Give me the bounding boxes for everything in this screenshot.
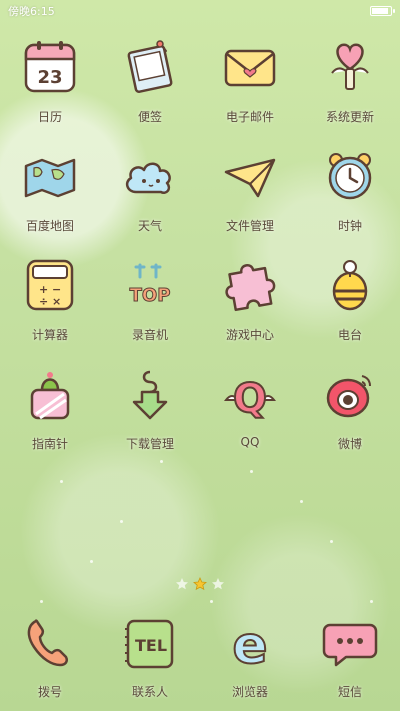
- app-weather[interactable]: 天气: [100, 145, 200, 254]
- cactus-icon: [19, 363, 81, 425]
- app-label: 日历: [37, 110, 62, 124]
- app-label: 微博: [337, 437, 362, 451]
- app-label: 时钟: [337, 219, 362, 233]
- app-calendar[interactable]: 23 日历: [0, 36, 100, 145]
- app-label: 便签: [137, 110, 162, 124]
- status-time: 傍晚6:15: [8, 5, 55, 18]
- contacts-icon: TEL: [119, 612, 181, 674]
- sparkle-decoration: [250, 470, 253, 473]
- battery-icon: [370, 6, 395, 16]
- app-sms[interactable]: 短信: [300, 612, 400, 700]
- calculator-icon: + − ÷ ×: [19, 254, 81, 316]
- notes-icon: [119, 36, 181, 98]
- app-system-update[interactable]: 系统更新: [300, 36, 400, 145]
- qq-icon: Q: [219, 363, 281, 425]
- heart-balloon-icon: [319, 36, 381, 98]
- sparkle-decoration: [160, 460, 163, 463]
- app-recorder[interactable]: TOP 录音机: [100, 254, 200, 363]
- sparkle-decoration: [300, 500, 303, 503]
- app-dialer[interactable]: 拨号: [0, 612, 100, 700]
- app-label: 百度地图: [25, 219, 74, 233]
- cloud-icon: [119, 145, 181, 207]
- app-mail[interactable]: 电子邮件: [200, 36, 300, 145]
- app-radio[interactable]: 电台: [300, 254, 400, 363]
- app-label: 天气: [137, 219, 162, 233]
- bee-radio-icon: [319, 254, 381, 316]
- sparkle-decoration: [60, 480, 63, 483]
- weibo-icon: [319, 363, 381, 425]
- app-qq[interactable]: Q QQ: [200, 363, 300, 472]
- app-label: 电子邮件: [225, 110, 274, 124]
- contacts-icon-text: TEL: [135, 636, 167, 655]
- map-icon: [19, 145, 81, 207]
- browser-icon: e: [219, 612, 281, 674]
- sparkle-decoration: [330, 540, 333, 543]
- app-label: 文件管理: [225, 219, 274, 233]
- app-compass[interactable]: 指南针: [0, 363, 100, 472]
- app-clock[interactable]: 时钟: [300, 145, 400, 254]
- app-download-manager[interactable]: 下载管理: [100, 363, 200, 472]
- app-label: 系统更新: [325, 110, 374, 124]
- recorder-icon-text: TOP: [130, 285, 171, 306]
- app-label: 短信: [337, 685, 362, 699]
- app-label: 浏览器: [231, 685, 268, 699]
- puzzle-icon: [219, 254, 281, 316]
- app-label: 下载管理: [125, 437, 174, 451]
- message-icon: [319, 612, 381, 674]
- paper-plane-icon: [219, 145, 281, 207]
- app-browser[interactable]: e 浏览器: [200, 612, 300, 700]
- qq-icon-text: Q: [233, 376, 267, 422]
- app-weibo[interactable]: 微博: [300, 363, 400, 472]
- alarm-clock-icon: [319, 145, 381, 207]
- calendar-day-text: 23: [37, 67, 62, 88]
- app-game-center[interactable]: 游戏中心: [200, 254, 300, 363]
- mail-icon: [219, 36, 281, 98]
- page-dot-2-active[interactable]: [193, 577, 207, 591]
- app-grid: 23 日历 便签 电子邮件 系统更新 百度地图 天气 文件管理 时钟 + − ÷…: [0, 36, 400, 472]
- app-label: 电台: [337, 328, 362, 342]
- sparkle-decoration: [120, 520, 123, 523]
- app-file-manager[interactable]: 文件管理: [200, 145, 300, 254]
- phone-icon: [19, 612, 81, 674]
- calendar-icon: 23: [19, 36, 81, 98]
- app-label: 游戏中心: [225, 328, 274, 342]
- page-indicator: [0, 577, 400, 591]
- sparkle-decoration: [210, 600, 213, 603]
- app-calculator[interactable]: + − ÷ × 计算器: [0, 254, 100, 363]
- svg-text:÷ ×: ÷ ×: [39, 295, 61, 308]
- sparkle-decoration: [40, 600, 43, 603]
- app-label: 计算器: [31, 328, 68, 342]
- page-dot-3[interactable]: [211, 577, 225, 591]
- browser-icon-text: e: [232, 616, 267, 671]
- sparkle-decoration: [90, 560, 93, 563]
- app-label: 联系人: [131, 685, 168, 699]
- app-contacts[interactable]: TEL 联系人: [100, 612, 200, 700]
- battery-level: [372, 8, 389, 14]
- app-label: QQ: [240, 435, 260, 449]
- app-notes[interactable]: 便签: [100, 36, 200, 145]
- status-bar: 傍晚6:15: [0, 0, 400, 22]
- dock: 拨号 TEL 联系人 e 浏览器 短信: [0, 612, 400, 700]
- download-arrow-icon: [119, 363, 181, 425]
- sparkle-decoration: [370, 600, 373, 603]
- page-dot-1[interactable]: [175, 577, 189, 591]
- app-label: 拨号: [37, 685, 62, 699]
- app-label: 录音机: [131, 328, 168, 342]
- app-label: 指南针: [31, 437, 68, 451]
- recorder-icon: TOP: [119, 254, 181, 316]
- app-baidu-map[interactable]: 百度地图: [0, 145, 100, 254]
